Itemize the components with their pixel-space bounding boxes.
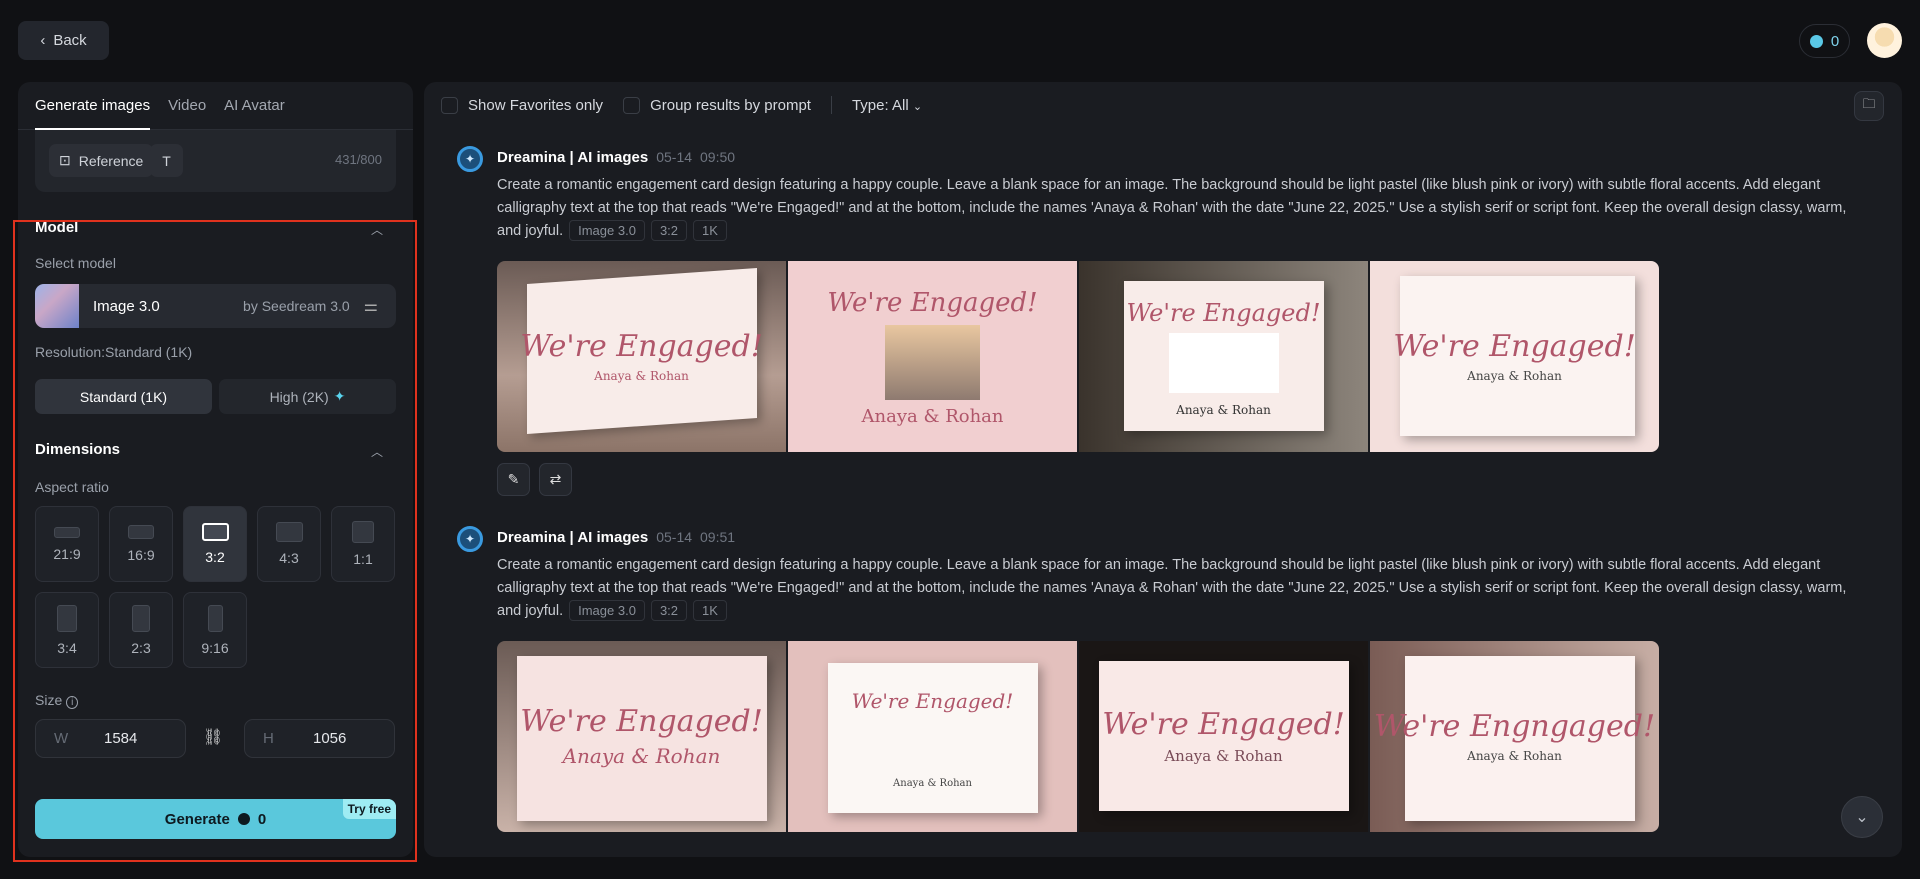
- chevron-up-icon[interactable]: ︿: [371, 221, 383, 238]
- folder-button[interactable]: 🗀: [1854, 91, 1884, 121]
- folder-icon: 🗀: [1862, 96, 1876, 111]
- chevron-down-icon: ⌄: [912, 100, 923, 113]
- credit-coin-icon: [237, 813, 250, 825]
- link-icon[interactable]: ⛓: [203, 727, 223, 747]
- model-name: Image 3.0: [93, 297, 160, 315]
- credit-coin-icon: [1809, 34, 1823, 48]
- credits-badge[interactable]: 0: [1799, 24, 1850, 58]
- reference-button[interactable]: ⊡ Reference: [49, 144, 154, 177]
- aspect-3-4[interactable]: 3:4: [35, 592, 99, 668]
- results-panel: Show Favorites only Group results by pro…: [424, 82, 1902, 857]
- chevron-down-icon: ⌄: [1855, 809, 1869, 826]
- generate-button[interactable]: Generate 0 Try free: [35, 799, 396, 839]
- back-button[interactable]: ‹ Back: [18, 21, 109, 60]
- results-toolbar: Show Favorites only Group results by pro…: [441, 96, 922, 114]
- try-free-badge: Try free: [342, 799, 396, 819]
- chevron-up-icon[interactable]: ︿: [371, 443, 383, 460]
- result-image[interactable]: We're Engaged! Anaya & Rohan: [1370, 261, 1659, 452]
- sparkle-icon: ✦: [333, 388, 346, 404]
- width-input[interactable]: W 1584: [35, 719, 186, 758]
- char-count: 431/800: [335, 152, 382, 167]
- aspect-4-3[interactable]: 4:3: [257, 506, 321, 582]
- model-provider: by Seedream 3.0: [243, 298, 350, 314]
- result-image[interactable]: We're Engngaged! Anaya & Rohan: [1370, 641, 1659, 832]
- resolution-label: Resolution:Standard (1K): [35, 344, 193, 360]
- aspect-1-1[interactable]: 1:1: [331, 506, 395, 582]
- aspect-16-9[interactable]: 16:9: [109, 506, 173, 582]
- aspect-3-2[interactable]: 3:2: [183, 506, 247, 582]
- tab-generate-images[interactable]: Generate images: [35, 82, 151, 130]
- dreamina-logo-icon: ✦: [457, 146, 483, 172]
- result-image[interactable]: We're Engaged! Anaya & Rohan: [788, 641, 1077, 832]
- text-icon: T: [162, 152, 171, 169]
- avatar[interactable]: [1867, 23, 1902, 58]
- result-image[interactable]: We're Engaged! Anaya & Rohan: [497, 261, 786, 452]
- settings-sliders-icon[interactable]: ⚌: [364, 296, 378, 316]
- aspect-21-9[interactable]: 21:9: [35, 506, 99, 582]
- prompt-box[interactable]: ⊡ Reference T 431/800: [35, 130, 396, 192]
- tab-video[interactable]: Video: [168, 97, 206, 114]
- generation-panel: Generate images Video AI Avatar ⊡ Referen…: [18, 82, 413, 857]
- pencil-icon: ✎: [507, 471, 520, 487]
- result-image[interactable]: We're Engaged! Anaya & Rohan: [497, 641, 786, 832]
- info-icon: i: [66, 696, 79, 709]
- tab-ai-avatar[interactable]: AI Avatar: [224, 97, 285, 114]
- group-results-checkbox[interactable]: [623, 96, 641, 114]
- dreamina-logo-icon: ✦: [457, 526, 483, 552]
- regenerate-button[interactable]: ⇄: [539, 463, 572, 496]
- resolution-high-button[interactable]: High (2K) ✦: [219, 379, 396, 414]
- mode-tabs: Generate images Video AI Avatar: [18, 82, 413, 130]
- model-selector[interactable]: Image 3.0 by Seedream 3.0 ⚌: [35, 284, 396, 328]
- scroll-down-button[interactable]: ⌄: [1841, 796, 1883, 838]
- prompt-text[interactable]: Create a romantic engagement card design…: [497, 174, 1867, 243]
- result-image[interactable]: We're Engaged! Anaya & Rohan: [1079, 641, 1368, 832]
- text-style-button[interactable]: T: [150, 144, 183, 177]
- repeat-icon: ⇄: [549, 471, 562, 487]
- dimensions-section-title: Dimensions: [35, 441, 121, 458]
- aspect-9-16[interactable]: 9:16: [183, 592, 247, 668]
- couple-photo: [885, 324, 980, 400]
- select-model-label: Select model: [35, 255, 116, 271]
- size-label: Size i: [35, 692, 79, 709]
- resolution-standard-button[interactable]: Standard (1K): [35, 379, 212, 414]
- aspect-ratio-label: Aspect ratio: [35, 479, 109, 495]
- model-thumbnail: [35, 284, 79, 328]
- show-favorites-checkbox[interactable]: [441, 96, 458, 114]
- model-section-title: Model: [35, 219, 79, 236]
- image-add-icon: ⊡: [59, 152, 71, 168]
- result-images: We're Engaged! Anaya & Rohan We're Engage…: [497, 261, 1659, 452]
- type-filter-dropdown[interactable]: Type: All ⌄: [852, 97, 922, 114]
- aspect-2-3[interactable]: 2:3: [109, 592, 173, 668]
- result-image[interactable]: We're Engaged! Anaya & Rohan: [1079, 261, 1368, 452]
- result-image[interactable]: We're Engaged! Anaya & Rohan: [788, 261, 1077, 452]
- chevron-left-icon: ‹: [40, 32, 46, 49]
- prompt-text[interactable]: Create a romantic engagement card design…: [497, 554, 1867, 623]
- result-images: We're Engaged! Anaya & Rohan We're Engage…: [497, 641, 1659, 832]
- edit-button[interactable]: ✎: [497, 463, 530, 496]
- height-input[interactable]: H 1056: [244, 719, 395, 758]
